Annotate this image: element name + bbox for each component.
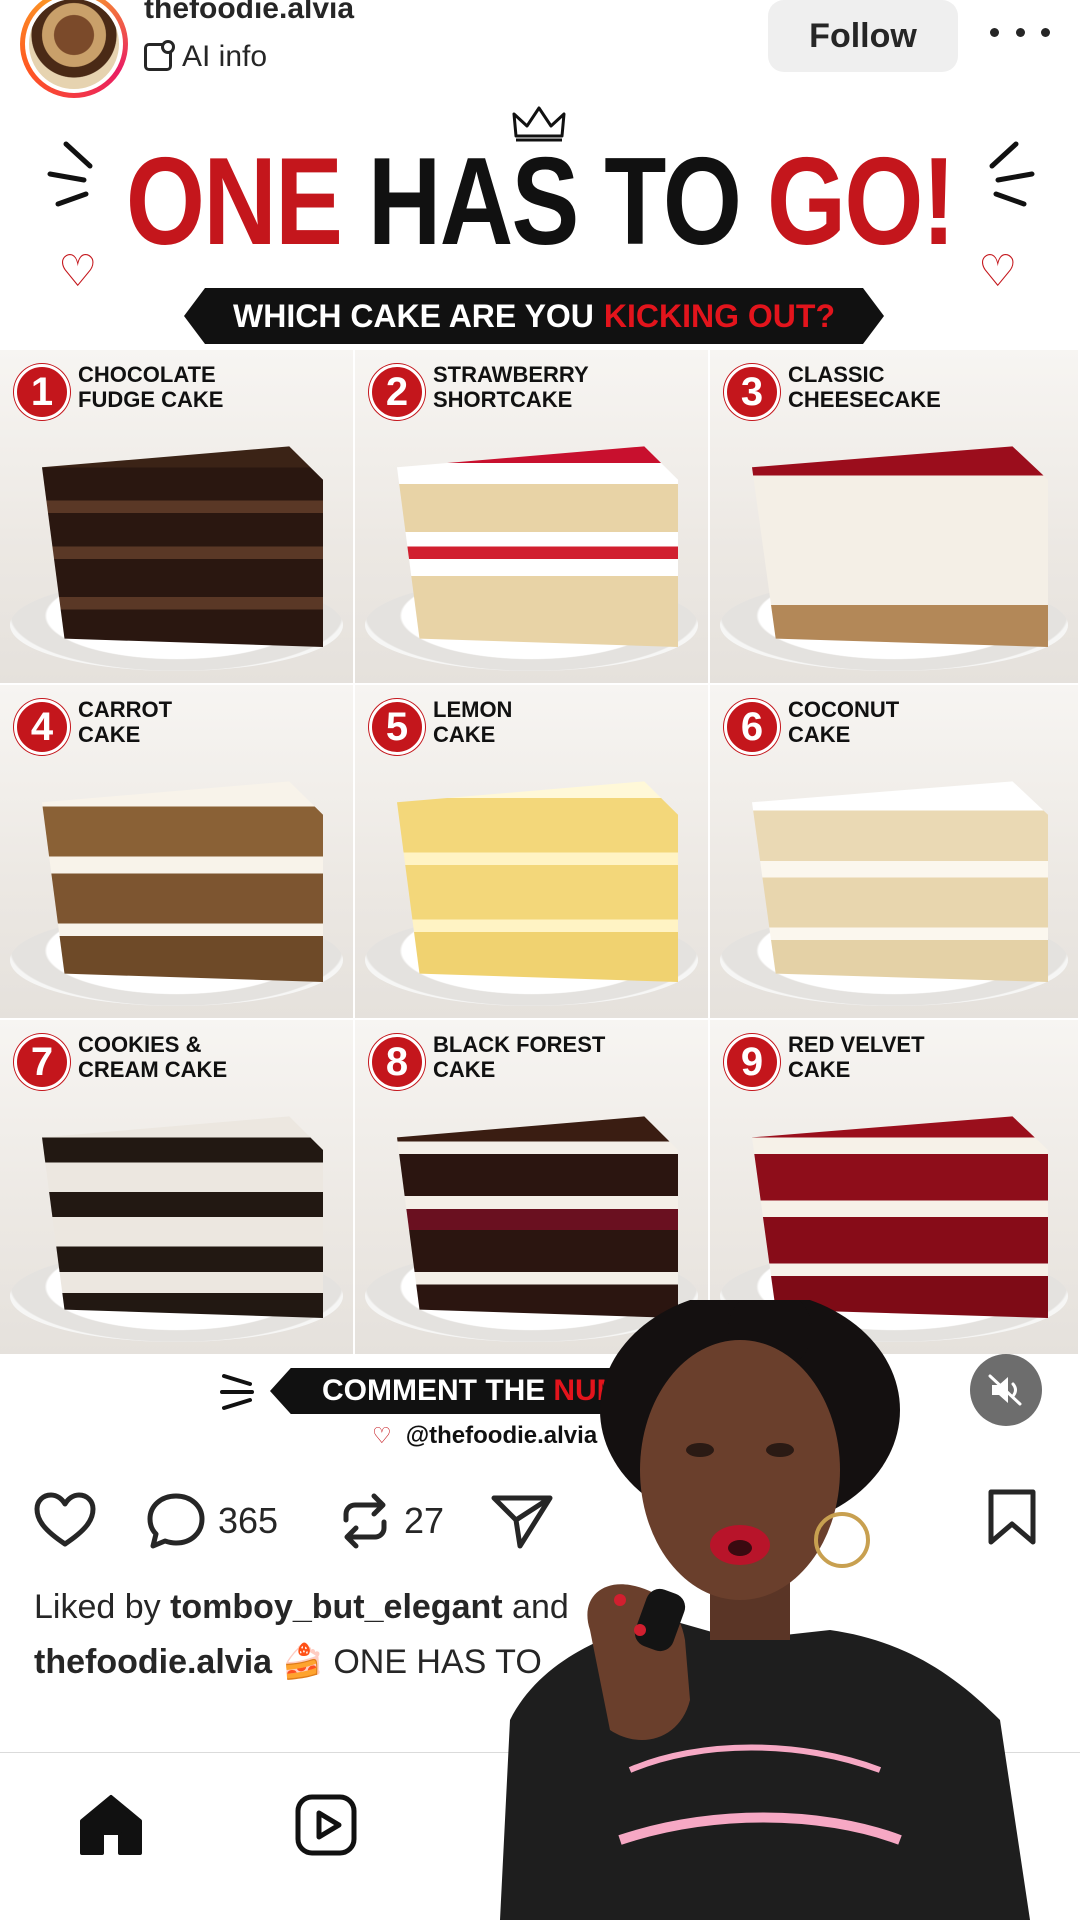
cake-cell: 2 STRAWBERRY SHORTCAKE — [355, 350, 710, 685]
follow-button[interactable]: Follow — [768, 0, 958, 72]
ai-info-link[interactable]: AI info — [144, 40, 267, 74]
more-icon[interactable] — [990, 22, 1050, 42]
home-icon — [80, 1795, 142, 1855]
heart-icon: ♡ — [978, 246, 1018, 297]
cake-number-badge: 7 — [14, 1034, 70, 1090]
cake-number-badge: 9 — [724, 1034, 780, 1090]
post-header: thefoodie.alvia AI info Follow — [0, 0, 1080, 100]
cake-number-badge: 3 — [724, 364, 780, 420]
liked-by-prefix: Liked by — [34, 1588, 161, 1626]
heart-icon: ♡ — [372, 1423, 392, 1449]
nav-home-tab[interactable] — [78, 1793, 144, 1862]
cake-name-label: BLACK FOREST CAKE — [433, 1032, 606, 1082]
cake-slice-image — [42, 446, 323, 647]
cake-name-label: COCONUT CAKE — [788, 697, 900, 747]
comment-button[interactable]: 365 — [146, 1492, 278, 1550]
avatar-image — [25, 0, 123, 93]
cake-name-label: CHOCOLATE FUDGE CAKE — [78, 362, 224, 412]
cake-cell: 1 CHOCOLATE FUDGE CAKE — [0, 350, 355, 685]
subtitle-white-text: WHICH CAKE ARE YOU — [233, 297, 594, 334]
post-caption[interactable]: thefoodie.alvia 🍰 ONE HAS TO — [34, 1642, 542, 1682]
title-part-red: ONE — [125, 133, 343, 271]
burst-lines-right — [989, 141, 1035, 207]
cake-emoji: 🍰 — [281, 1643, 324, 1681]
cake-slice-image — [42, 781, 323, 982]
post-main-title: ONE HAS TO GO! — [97, 132, 983, 272]
comment-count: 365 — [218, 1500, 279, 1541]
ai-info-icon — [144, 40, 175, 71]
subtitle-banner: WHICH CAKE ARE YOU KICKING OUT? — [184, 288, 884, 344]
liked-by-line[interactable]: Liked by tomboy_but_elegant and — [34, 1588, 569, 1627]
cake-slice-image — [752, 1116, 1048, 1318]
cake-number-badge: 1 — [14, 364, 70, 420]
cake-number-badge: 4 — [14, 699, 70, 755]
like-button[interactable] — [34, 1492, 96, 1548]
cake-number-badge: 5 — [369, 699, 425, 755]
title-part-red: GO! — [766, 133, 956, 271]
ai-info-label: AI info — [182, 40, 268, 73]
cake-name-label: CARROT CAKE — [78, 697, 173, 747]
cake-slice-image — [42, 1116, 323, 1318]
comment-icon — [147, 1493, 205, 1549]
cake-name-label: RED VELVET CAKE — [788, 1032, 925, 1082]
cake-name-label: STRAWBERRY SHORTCAKE — [433, 362, 589, 412]
cake-number-badge: 8 — [369, 1034, 425, 1090]
creator-video-overlay[interactable] — [500, 1300, 1060, 1920]
cake-slice-image — [397, 781, 678, 982]
cake-cell: 3 CLASSIC CHEESECAKE — [710, 350, 1080, 685]
post-media[interactable]: ♡ ♡ ONE HAS TO GO! WHICH CAKE ARE YOU KI… — [0, 100, 1080, 1452]
cake-cell: 7 COOKIES & CREAM CAKE — [0, 1020, 355, 1356]
speed-lines-icon — [220, 1374, 254, 1410]
heart-icon — [34, 1492, 96, 1547]
repost-button[interactable]: 27 — [338, 1492, 444, 1550]
cake-slice-image — [397, 1116, 678, 1318]
cake-slice-image — [397, 446, 678, 647]
title-part-black: HAS TO — [367, 133, 742, 271]
caption-username[interactable]: thefoodie.alvia — [34, 1643, 272, 1681]
cake-grid: 1 CHOCOLATE FUDGE CAKE 2 STRAWBERRY SHOR… — [0, 350, 1080, 1356]
cake-number-badge: 6 — [724, 699, 780, 755]
post-title-area: ♡ ♡ ONE HAS TO GO! WHICH CAKE ARE YOU KI… — [0, 100, 1080, 350]
subtitle-red-text: KICKING OUT? — [603, 297, 835, 334]
repost-count: 27 — [404, 1500, 445, 1541]
cake-cell: 6 COCONUT CAKE — [710, 685, 1080, 1020]
cake-cell: 5 LEMON CAKE — [355, 685, 710, 1020]
profile-avatar[interactable] — [20, 0, 128, 98]
username-link[interactable]: thefoodie.alvia — [144, 0, 354, 26]
cake-number-badge: 2 — [369, 364, 425, 420]
cake-slice-image — [752, 446, 1048, 647]
reels-icon — [295, 1794, 357, 1856]
repost-icon — [343, 1493, 387, 1549]
cake-name-label: LEMON CAKE — [433, 697, 513, 747]
cake-name-label: CLASSIC CHEESECAKE — [788, 362, 941, 412]
cake-slice-image — [752, 781, 1048, 982]
nav-reels-tab[interactable] — [294, 1793, 358, 1862]
cake-cell: 4 CARROT CAKE — [0, 685, 355, 1020]
heart-icon: ♡ — [58, 246, 98, 297]
liked-by-user[interactable]: tomboy_but_elegant — [170, 1588, 502, 1626]
cake-name-label: COOKIES & CREAM CAKE — [78, 1032, 228, 1082]
